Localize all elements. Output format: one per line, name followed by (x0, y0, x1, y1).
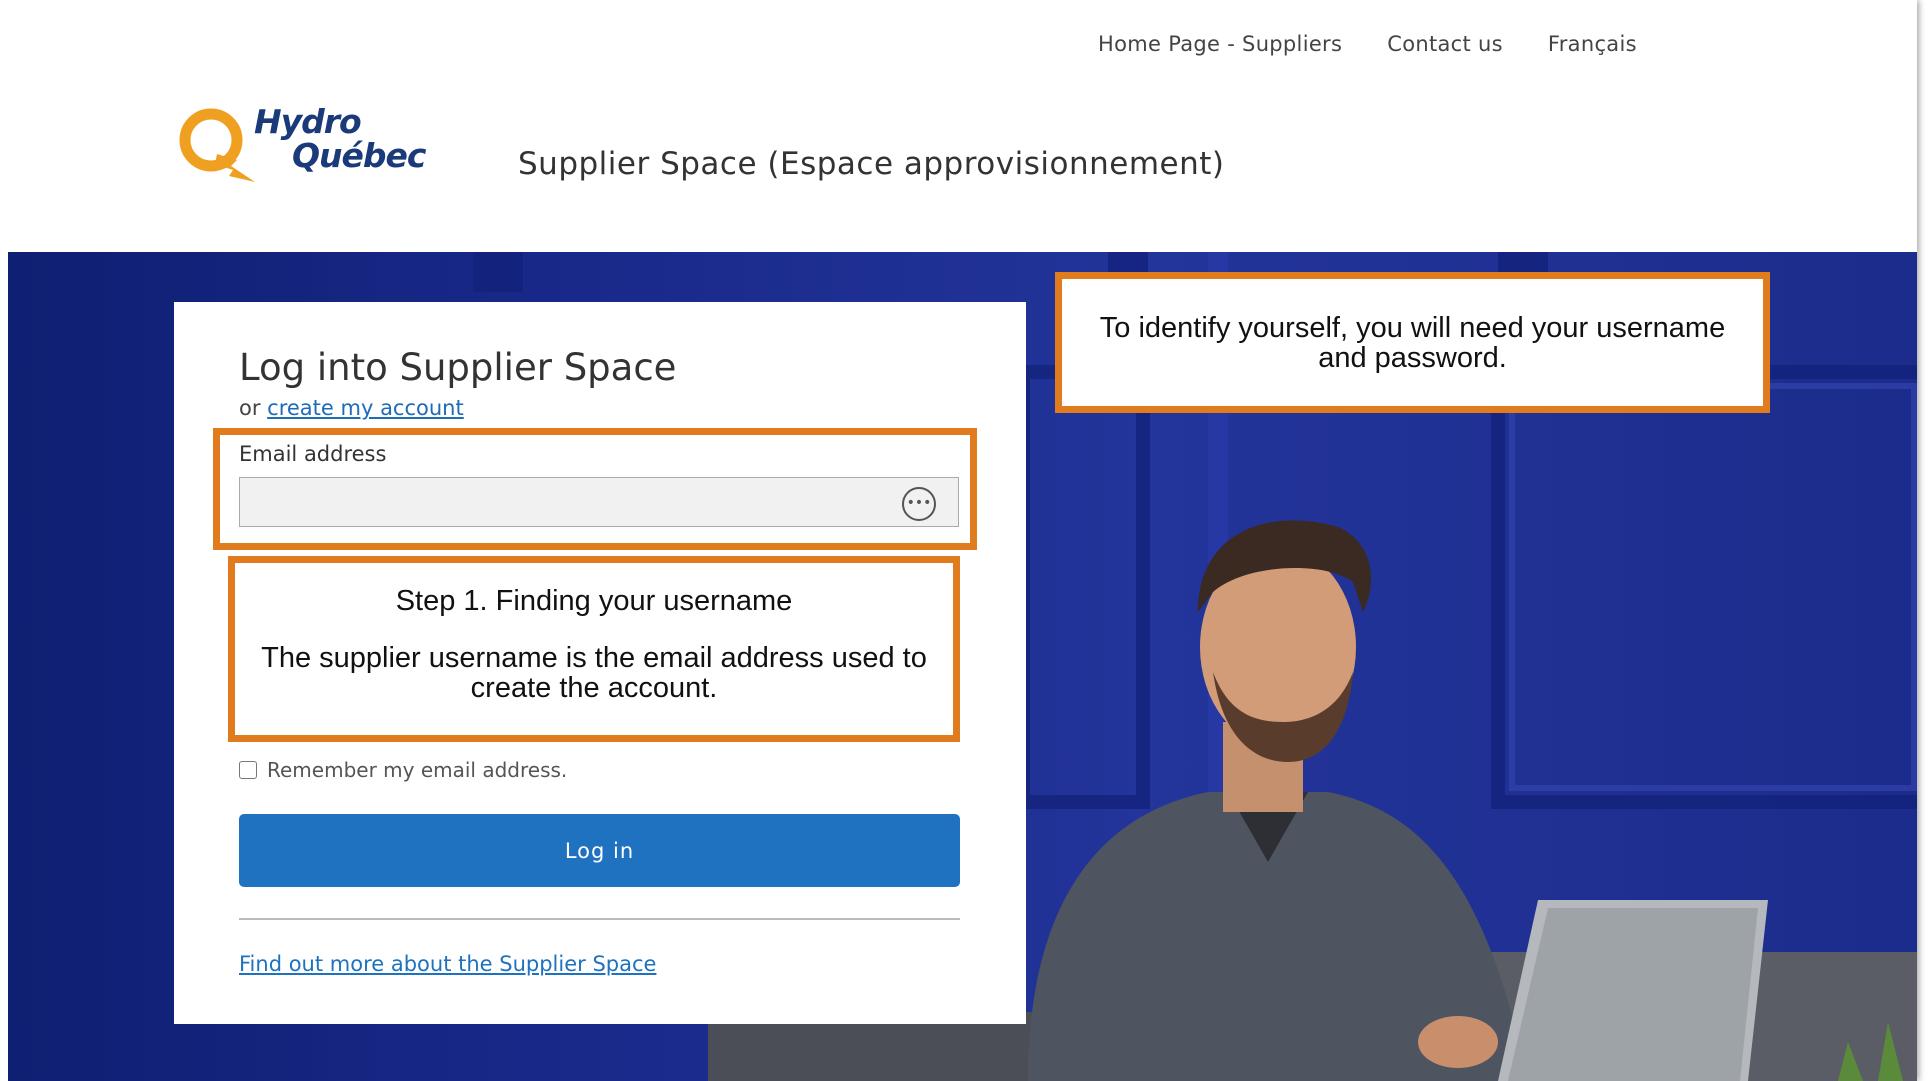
identify-callout: To identify yourself, you will need your… (1055, 272, 1770, 413)
create-account-line: or create my account (239, 396, 464, 420)
hydro-quebec-logo[interactable]: Hydro Québec (175, 102, 435, 184)
find-out-more-link[interactable]: Find out more about the Supplier Space (239, 952, 656, 976)
login-button[interactable]: Log in (239, 814, 960, 887)
step1-body: The supplier username is the email addre… (261, 642, 927, 704)
logo-text-quebec: Québec (292, 136, 426, 175)
remember-email-row[interactable]: Remember my email address. (239, 758, 567, 782)
email-highlight-box (213, 428, 977, 550)
step1-title: Step 1. Finding your username (395, 585, 793, 617)
site-title: Supplier Space (Espace approvisionnement… (518, 146, 1225, 182)
nav-contact-us[interactable]: Contact us (1387, 32, 1503, 56)
divider (239, 918, 960, 920)
page: Home Page - Suppliers Contact us Françai… (0, 0, 1917, 1081)
top-navigation: Home Page - Suppliers Contact us Françai… (1098, 32, 1637, 56)
create-account-link[interactable]: create my account (267, 396, 464, 420)
or-text: or (239, 396, 268, 420)
login-title: Log into Supplier Space (239, 346, 677, 389)
nav-francais[interactable]: Français (1548, 32, 1637, 56)
nav-home-suppliers[interactable]: Home Page - Suppliers (1098, 32, 1342, 56)
step1-callout: Step 1. Finding your username The suppli… (228, 556, 960, 742)
remember-email-checkbox[interactable] (239, 761, 257, 779)
remember-email-label: Remember my email address. (267, 758, 568, 782)
identify-callout-text: To identify yourself, you will need your… (1099, 312, 1726, 374)
